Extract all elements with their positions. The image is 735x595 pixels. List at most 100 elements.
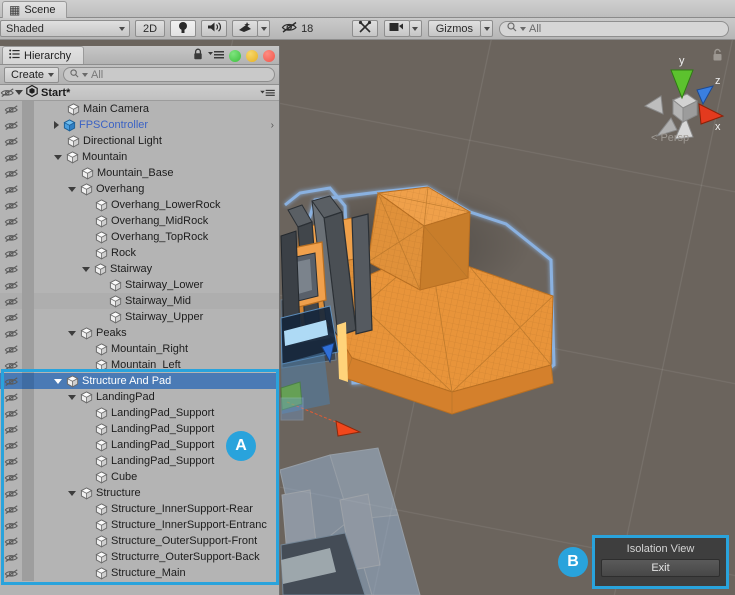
hierarchy-item-stairway[interactable]: Stairway: [0, 261, 279, 277]
expand-arrow-open[interactable]: [68, 330, 76, 336]
expand-arrow-open[interactable]: [82, 266, 90, 272]
toggle-effects-button[interactable]: [232, 20, 259, 37]
scene-root-menu-icon[interactable]: [260, 88, 275, 101]
visibility-toggle[interactable]: [0, 149, 22, 165]
visibility-toggle[interactable]: [0, 181, 22, 197]
tab-hierarchy[interactable]: Hierarchy: [2, 46, 85, 64]
visibility-toggle[interactable]: [0, 197, 22, 213]
visibility-toggle[interactable]: [0, 517, 22, 533]
visibility-toggle[interactable]: [0, 533, 22, 549]
scene-view-gizmo[interactable]: y z x < Persp: [635, 44, 727, 156]
scene-root-row[interactable]: Start*: [0, 84, 279, 101]
visibility-toggle[interactable]: [0, 453, 22, 469]
hierarchy-item-fpscontroller[interactable]: FPSController ›: [0, 117, 279, 133]
hierarchy-tree[interactable]: Main Camera FPSController › Directional Lig…: [0, 101, 279, 595]
visibility-toggle[interactable]: [0, 485, 22, 501]
visibility-toggle[interactable]: [0, 565, 22, 581]
hierarchy-item-overhang-midrock[interactable]: Overhang_MidRock: [0, 213, 279, 229]
visibility-toggle[interactable]: [0, 87, 15, 98]
isolation-view-panel[interactable]: Isolation View Exit: [594, 537, 727, 587]
hierarchy-item-stairway-lower[interactable]: Stairway_Lower: [0, 277, 279, 293]
hierarchy-item-landingpad[interactable]: LandingPad: [0, 389, 279, 405]
visibility-toggle[interactable]: [0, 165, 22, 181]
hierarchy-item-structure-innersupport-entranc[interactable]: Structure_InnerSupport-Entranc: [0, 517, 279, 533]
visibility-toggle[interactable]: [0, 469, 22, 485]
visibility-toggle[interactable]: [0, 261, 22, 277]
hierarchy-item-mountain-left[interactable]: Mountain_Left: [0, 357, 279, 373]
scene-camera-button[interactable]: [383, 20, 410, 37]
expand-arrow-open[interactable]: [68, 394, 76, 400]
hierarchy-item-mountain-right[interactable]: Mountain_Right: [0, 341, 279, 357]
scene-tools-button[interactable]: [351, 20, 378, 37]
visibility-toggle[interactable]: [0, 277, 22, 293]
expand-arrow-open[interactable]: [54, 154, 62, 160]
gizmos-dropdown[interactable]: [480, 20, 493, 37]
hierarchy-item-overhang-toprock[interactable]: Overhang_TopRock: [0, 229, 279, 245]
visibility-toggle[interactable]: [0, 501, 22, 517]
camera-dropdown[interactable]: [408, 20, 422, 37]
prefab-open-chevron-icon[interactable]: ›: [271, 121, 274, 131]
window-dot-yellow[interactable]: [246, 49, 258, 62]
hierarchy-item-structure-innersupport-rear[interactable]: Structure_InnerSupport-Rear: [0, 501, 279, 517]
hierarchy-item-structurre-outersupport-back[interactable]: Structurre_OuterSupport-Back: [0, 549, 279, 565]
hierarchy-item-landingpad-support[interactable]: LandingPad_Support: [0, 405, 279, 421]
expand-arrow-open[interactable]: [68, 490, 76, 496]
toggle-lighting-button[interactable]: [170, 20, 197, 37]
scene-root-expand-arrow[interactable]: [15, 90, 23, 95]
window-dot-red[interactable]: [263, 49, 275, 62]
visibility-toggle[interactable]: [0, 213, 22, 229]
hierarchy-item-mountain-base[interactable]: Mountain_Base: [0, 165, 279, 181]
lock-icon[interactable]: [193, 48, 203, 63]
visibility-toggle[interactable]: [0, 437, 22, 453]
hierarchy-item-rock[interactable]: Rock: [0, 245, 279, 261]
visibility-toggle[interactable]: [0, 357, 22, 373]
visibility-toggle[interactable]: [0, 341, 22, 357]
visibility-toggle[interactable]: [0, 389, 22, 405]
hierarchy-item-structure-and-pad[interactable]: Structure And Pad: [0, 373, 279, 389]
hierarchy-item-structure[interactable]: Structure: [0, 485, 279, 501]
hierarchy-item-label: Structure_OuterSupport-Front: [111, 535, 258, 547]
visibility-toggle[interactable]: [0, 101, 22, 117]
toggle-audio-button[interactable]: [201, 20, 228, 37]
create-button[interactable]: Create: [4, 66, 60, 83]
hierarchy-item-stairway-mid[interactable]: Stairway_Mid: [0, 293, 279, 309]
visibility-toggle[interactable]: [0, 245, 22, 261]
hierarchy-item-stairway-upper[interactable]: Stairway_Upper: [0, 309, 279, 325]
hierarchy-item-mountain[interactable]: Mountain: [0, 149, 279, 165]
gizmos-button[interactable]: Gizmos: [427, 20, 481, 37]
effects-dropdown[interactable]: [257, 20, 271, 37]
visibility-toggle[interactable]: [0, 229, 22, 245]
hierarchy-item-structure-main[interactable]: Structure_Main: [0, 565, 279, 581]
expand-arrow-open[interactable]: [54, 378, 62, 384]
shading-mode-dropdown[interactable]: Shaded: [0, 20, 130, 37]
hierarchy-item-overhang[interactable]: Overhang: [0, 181, 279, 197]
visibility-toggle[interactable]: [0, 405, 22, 421]
hierarchy-item-overhang-lowerrock[interactable]: Overhang_LowerRock: [0, 197, 279, 213]
visibility-toggle[interactable]: [0, 549, 22, 565]
visibility-toggle[interactable]: [0, 373, 22, 389]
gizmo-x-label: x: [715, 121, 721, 133]
expand-arrow-closed[interactable]: [54, 121, 59, 129]
hierarchy-search-input[interactable]: All: [63, 67, 275, 82]
window-dot-green[interactable]: [229, 49, 241, 62]
visibility-toggle[interactable]: [0, 293, 22, 309]
hierarchy-item-structure-outersupport-front[interactable]: Structure_OuterSupport-Front: [0, 533, 279, 549]
visibility-toggle[interactable]: [0, 133, 22, 149]
visibility-toggle[interactable]: [0, 325, 22, 341]
toggle-2d-button[interactable]: 2D: [135, 20, 166, 37]
hierarchy-item-main-camera[interactable]: Main Camera: [0, 101, 279, 117]
isolation-exit-button[interactable]: Exit: [601, 559, 720, 577]
hamburger-menu-icon[interactable]: [208, 49, 224, 63]
visibility-toggle[interactable]: [0, 309, 22, 325]
gizmo-lock-icon[interactable]: [712, 48, 723, 64]
visibility-toggle[interactable]: [0, 421, 22, 437]
hierarchy-item-directional-light[interactable]: Directional Light: [0, 133, 279, 149]
hidden-objects-counter[interactable]: 18: [275, 21, 319, 36]
tab-scene[interactable]: ▦ Scene: [2, 1, 67, 18]
hierarchy-item-cube[interactable]: Cube: [0, 469, 279, 485]
scene-search-input[interactable]: All: [499, 20, 729, 37]
visibility-toggle[interactable]: [0, 117, 22, 133]
hierarchy-item-peaks[interactable]: Peaks: [0, 325, 279, 341]
expand-arrow-open[interactable]: [68, 186, 76, 192]
gizmo-projection-label[interactable]: < Persp: [651, 132, 689, 144]
